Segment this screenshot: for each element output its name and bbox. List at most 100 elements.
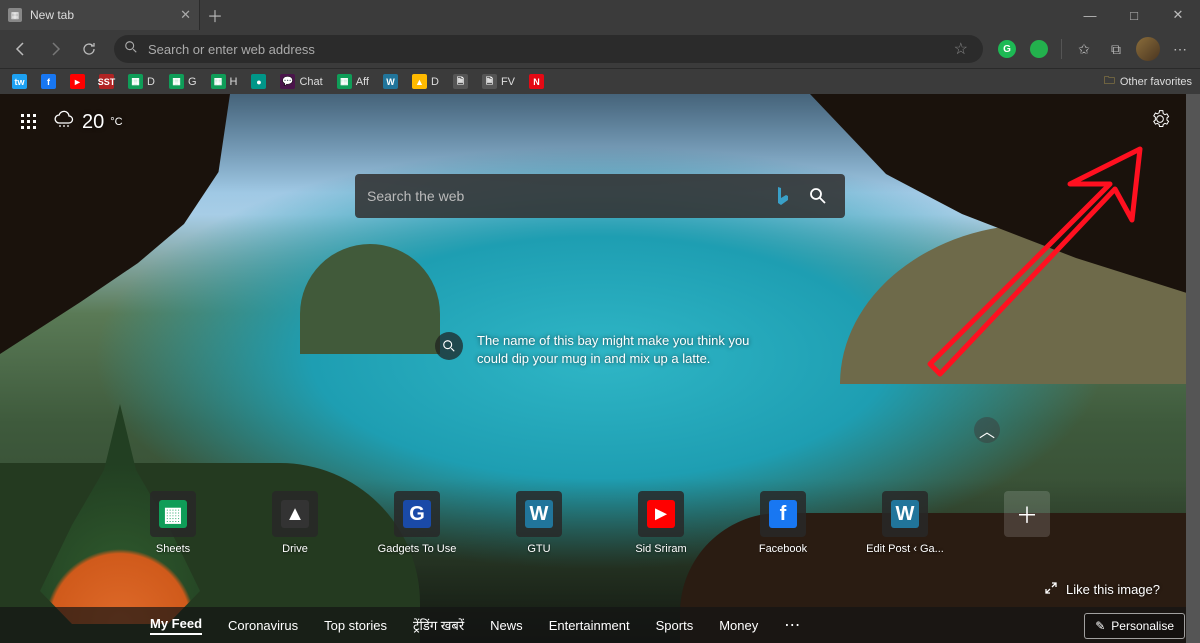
maximize-button[interactable]: □: [1112, 0, 1156, 30]
close-window-button[interactable]: ✕: [1156, 0, 1200, 30]
bookmark-item[interactable]: ▦G: [165, 72, 201, 91]
bookmark-label: FV: [501, 76, 515, 88]
bookmark-label: H: [230, 76, 238, 88]
quick-link-tile[interactable]: GGadgets To Use: [376, 491, 458, 555]
bookmark-icon: 🗎: [453, 74, 468, 89]
bookmark-item[interactable]: W: [379, 72, 402, 91]
weather-widget[interactable]: 20°C: [52, 109, 123, 135]
search-submit-icon[interactable]: [803, 181, 833, 211]
bookmarks-bar: twf►SST▦D▦G▦H●💬Chat▦AffW▲D🗎🗎FVN 🗀 Other …: [0, 68, 1200, 94]
search-placeholder: Search the web: [367, 188, 763, 204]
hint-search-icon: [435, 332, 463, 360]
browser-toolbar: Search or enter web address ☆ G ✩ ⧉ ⋯: [0, 30, 1200, 68]
feed-nav-bar: My Feed Coronavirus Top stories ट्रेंडिंग ख…: [0, 607, 1200, 643]
weather-temp: 20: [82, 111, 104, 134]
extension-green[interactable]: [1025, 35, 1053, 63]
add-quick-link[interactable]: ＋: [986, 491, 1068, 555]
minimize-button[interactable]: —: [1068, 0, 1112, 30]
bookmark-item[interactable]: ▲D: [408, 72, 443, 91]
tile-label: Edit Post ‹ Ga...: [866, 543, 944, 555]
quick-link-tile[interactable]: ▲ Drive: [254, 491, 336, 555]
tile-label: GTU: [527, 543, 550, 555]
bookmark-icon: f: [41, 74, 56, 89]
personalise-button[interactable]: ✎ Personalise: [1084, 613, 1185, 639]
bookmark-icon: ▦: [169, 74, 184, 89]
image-hint[interactable]: The name of this bay might make you thin…: [435, 332, 765, 367]
bookmark-icon: 🗎: [482, 74, 497, 89]
vertical-scrollbar[interactable]: [1186, 94, 1200, 643]
bookmark-item[interactable]: ▦ Aff: [333, 72, 373, 91]
bookmark-item[interactable]: ▦D: [124, 72, 159, 91]
quick-link-tile[interactable]: ►Sid Sriram: [620, 491, 702, 555]
quick-link-tile[interactable]: W Edit Post ‹ Ga...: [864, 491, 946, 555]
feed-tab[interactable]: Money: [719, 618, 758, 633]
tile-label: Drive: [282, 543, 308, 555]
bookmark-icon: 💬: [280, 74, 295, 89]
feed-tab[interactable]: Coronavirus: [228, 618, 298, 633]
bookmark-label: Chat: [299, 76, 322, 88]
profile-avatar[interactable]: [1134, 35, 1162, 63]
menu-button[interactable]: ⋯: [1166, 35, 1194, 63]
extension-grammarly[interactable]: G: [993, 35, 1021, 63]
tile-label: Sid Sriram: [635, 543, 686, 555]
feed-tab[interactable]: Top stories: [324, 618, 387, 633]
back-button[interactable]: [6, 34, 36, 64]
bookmark-icon: tw: [12, 74, 27, 89]
collections-button[interactable]: ⧉: [1102, 35, 1130, 63]
scroll-up-chevron[interactable]: ︿: [974, 417, 1000, 443]
bookmark-icon: ▦: [128, 74, 143, 89]
bookmark-item[interactable]: ►: [66, 72, 89, 91]
bookmark-item[interactable]: 🗎 FV: [478, 72, 519, 91]
forward-button[interactable]: [40, 34, 70, 64]
search-icon: [124, 40, 138, 59]
folder-icon: 🗀: [1104, 72, 1115, 91]
bookmark-item[interactable]: 💬 Chat: [276, 72, 326, 91]
browser-tab[interactable]: ▦ New tab ✕: [0, 0, 200, 30]
bookmark-item[interactable]: N: [525, 72, 548, 91]
web-search-box[interactable]: Search the web: [355, 174, 845, 218]
feed-tab[interactable]: Sports: [656, 618, 694, 633]
quick-link-tile[interactable]: ▦Sheets: [132, 491, 214, 555]
other-favorites-label: Other favorites: [1120, 76, 1192, 88]
tile-icon: W: [516, 491, 562, 537]
bookmark-item[interactable]: SST: [95, 72, 118, 91]
tab-title: New tab: [30, 8, 172, 22]
quick-link-tile[interactable]: W GTU: [498, 491, 580, 555]
favorites-button[interactable]: ✩: [1070, 35, 1098, 63]
feed-tab[interactable]: News: [490, 618, 523, 633]
like-image-button[interactable]: Like this image?: [1044, 581, 1160, 598]
tile-label: Sheets: [156, 543, 190, 555]
toolbar-separator: [1061, 39, 1062, 59]
bookmark-item[interactable]: ▦H: [207, 72, 242, 91]
bookmark-label: Aff: [356, 76, 369, 88]
quick-link-tile[interactable]: fFacebook: [742, 491, 824, 555]
window-titlebar: ▦ New tab ✕ ＋ — □ ✕: [0, 0, 1200, 30]
other-favorites-folder[interactable]: 🗀 Other favorites: [1104, 72, 1192, 91]
app-launcher-icon[interactable]: [20, 113, 38, 131]
feed-more-button[interactable]: ⋯: [784, 615, 802, 635]
bookmark-icon: ▦: [337, 74, 352, 89]
tab-favicon: ▦: [8, 8, 22, 22]
expand-icon: [1044, 581, 1058, 598]
feed-tab[interactable]: My Feed: [150, 616, 202, 635]
tile-label: Facebook: [759, 543, 807, 555]
personalise-label: Personalise: [1111, 619, 1174, 633]
page-settings-gear-icon[interactable]: [1150, 109, 1170, 134]
favorite-star-icon[interactable]: ☆: [949, 39, 973, 59]
feed-tab[interactable]: Entertainment: [549, 618, 630, 633]
bookmark-item[interactable]: tw: [8, 72, 31, 91]
refresh-button[interactable]: [74, 34, 104, 64]
bookmark-item[interactable]: ●: [247, 72, 270, 91]
new-tab-page: 20°C Search the web The name of this bay…: [0, 94, 1200, 643]
feed-tab[interactable]: ट्रेंडिंग खबरें: [413, 616, 464, 634]
bookmark-item[interactable]: f: [37, 72, 60, 91]
new-tab-button[interactable]: ＋: [200, 0, 230, 30]
tile-icon: W: [882, 491, 928, 537]
close-tab-icon[interactable]: ✕: [180, 7, 191, 23]
tile-label: Gadgets To Use: [378, 543, 457, 555]
weather-cloud-icon: [52, 109, 76, 135]
bookmark-item[interactable]: 🗎: [449, 72, 472, 91]
tile-icon: ▲: [272, 491, 318, 537]
address-bar[interactable]: Search or enter web address ☆: [114, 35, 983, 63]
bookmark-icon: SST: [99, 74, 114, 89]
